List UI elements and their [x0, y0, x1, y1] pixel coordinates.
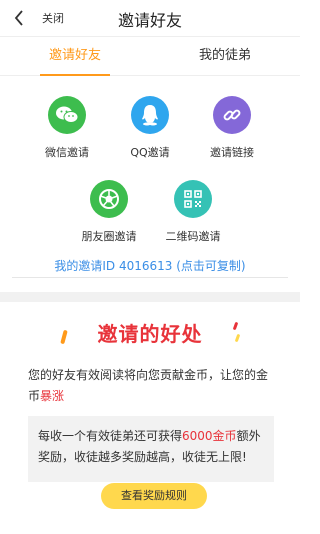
share-qq[interactable]: QQ邀请: [110, 96, 190, 160]
invite-id-copy-link[interactable]: 我的邀请ID 4016613 (点击可复制): [0, 257, 300, 274]
share-link-label: 邀请链接: [210, 146, 254, 159]
active-tab-indicator: [40, 74, 110, 76]
divider: [12, 277, 288, 278]
qrcode-icon: [174, 180, 212, 218]
view-rules-button[interactable]: 查看奖励规则: [101, 483, 207, 509]
share-qrcode-label: 二维码邀请: [165, 230, 221, 243]
tab-my-apprentices[interactable]: 我的徒弟: [150, 37, 300, 77]
reward-text-prefix: 每收一个有效徒弟还可获得: [38, 429, 183, 443]
benefit-description-highlight: 暴涨: [40, 389, 65, 403]
tab-invite-friends[interactable]: 邀请好友: [0, 37, 150, 77]
share-link[interactable]: 邀请链接: [192, 96, 272, 160]
share-qrcode[interactable]: 二维码邀请: [153, 180, 233, 244]
link-icon: [213, 96, 251, 134]
qq-icon: [131, 96, 169, 134]
tab-bar: 邀请好友 我的徒弟: [0, 36, 300, 76]
reward-amount: 6000金币: [182, 429, 237, 443]
share-wechat[interactable]: 微信邀请: [27, 96, 107, 160]
share-moments-label: 朋友圈邀请: [81, 230, 137, 243]
share-moments[interactable]: 朋友圈邀请: [69, 180, 149, 244]
wechat-icon: [48, 96, 86, 134]
page-title: 邀请好友: [117, 11, 182, 30]
share-wechat-label: 微信邀请: [45, 146, 89, 159]
share-qq-label: QQ邀请: [130, 146, 170, 159]
moments-icon: [90, 180, 128, 218]
benefit-title: 邀请的好处: [97, 322, 203, 346]
section-separator: [0, 292, 300, 302]
benefit-description: 您的好友有效阅读将向您贡献金币，让您的金币暴涨: [28, 365, 278, 407]
header-bar: 关闭 邀请好友: [0, 0, 300, 36]
reward-info-box: 每收一个有效徒弟还可获得6000金币额外奖励，收徒越多奖励越高，收徒无上限!: [28, 416, 274, 482]
